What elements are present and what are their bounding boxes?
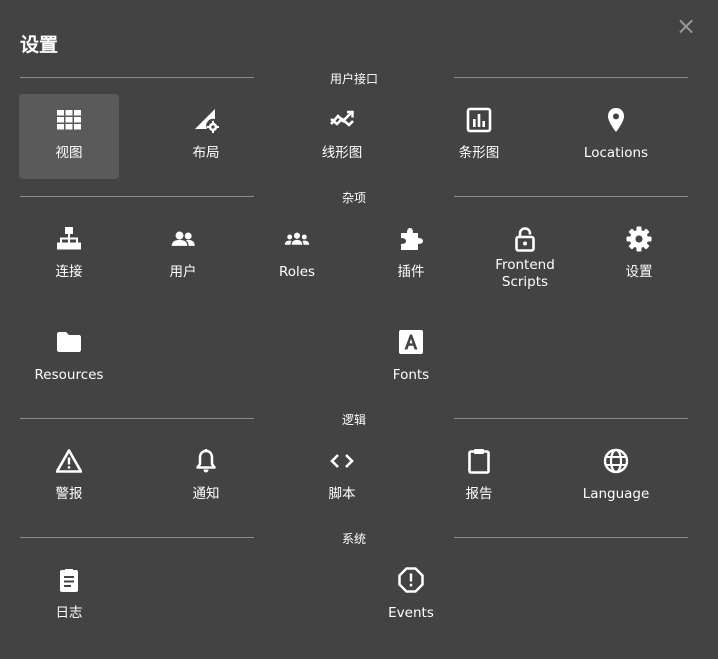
- unlock-icon: [510, 226, 540, 252]
- tile-label: Roles: [278, 264, 316, 280]
- tile-locations[interactable]: Locations: [566, 94, 666, 179]
- tile-label: 用户: [169, 264, 197, 280]
- map-pin-icon: [601, 107, 631, 133]
- tile-scripts[interactable]: 脚本: [292, 435, 392, 520]
- tile-label-line1: Frontend: [495, 257, 555, 273]
- bell-icon: [191, 448, 221, 474]
- tile-users[interactable]: 用户: [133, 213, 233, 298]
- tile-label: 布局: [192, 145, 220, 161]
- tile-reports[interactable]: 报告: [429, 435, 529, 520]
- clipboard-list-icon: [54, 567, 84, 593]
- users-icon: [168, 226, 198, 252]
- globe-icon: [601, 448, 631, 474]
- section-label-ui: 用户接口: [329, 72, 378, 86]
- dialog-title: 设置: [20, 34, 59, 56]
- sitemap-icon: [54, 226, 84, 252]
- tile-settings[interactable]: 设置: [589, 213, 689, 298]
- font-icon: [396, 329, 426, 355]
- tile-label: Language: [582, 486, 650, 502]
- tile-label: 线形图: [321, 145, 363, 161]
- tile-layout[interactable]: 布局: [156, 94, 256, 179]
- tile-frontend-scripts[interactable]: Frontend Scripts: [475, 213, 575, 298]
- bar-chart-icon: [464, 107, 494, 133]
- section-divider-misc: 杂项: [20, 189, 688, 205]
- tile-roles[interactable]: Roles: [247, 213, 347, 298]
- tile-resources[interactable]: Resources: [19, 316, 119, 401]
- tile-label: Fonts: [392, 367, 430, 383]
- tile-notifications[interactable]: 通知: [156, 435, 256, 520]
- tile-label: Frontend Scripts: [495, 257, 555, 291]
- tile-label: Resources: [34, 367, 104, 383]
- tile-logs[interactable]: 日志: [19, 554, 119, 639]
- tile-fonts[interactable]: Fonts: [361, 316, 461, 401]
- tile-events[interactable]: Events: [361, 554, 461, 639]
- exclamation-circle-icon: [396, 567, 426, 593]
- trend-icon: [327, 107, 357, 133]
- tile-label-line2: Scripts: [501, 274, 549, 290]
- tile-label: 日志: [55, 605, 83, 621]
- grid-icon: [54, 107, 84, 133]
- tile-plugins[interactable]: 插件: [361, 213, 461, 298]
- tile-alerts[interactable]: 警报: [19, 435, 119, 520]
- tile-label: Locations: [583, 145, 649, 161]
- tile-label: 通知: [192, 486, 220, 502]
- section-label-system: 系统: [341, 532, 366, 546]
- tile-label: 插件: [397, 264, 425, 280]
- tile-label: 视图: [55, 145, 83, 161]
- section-label-logic: 逻辑: [341, 413, 366, 427]
- tile-label: 警报: [55, 486, 83, 502]
- clipboard-icon: [464, 448, 494, 474]
- tile-label: 条形图: [458, 145, 500, 161]
- gear-icon: [624, 226, 654, 252]
- tile-label: 连接: [55, 264, 83, 280]
- puzzle-icon: [396, 226, 426, 252]
- tile-view[interactable]: 视图: [19, 94, 119, 179]
- section-divider-logic: 逻辑: [20, 411, 688, 427]
- tile-label: 报告: [465, 486, 493, 502]
- tile-connections[interactable]: 连接: [19, 213, 119, 298]
- tile-language[interactable]: Language: [566, 435, 666, 520]
- code-icon: [327, 448, 357, 474]
- warning-icon: [54, 448, 84, 474]
- section-divider-system: 系统: [20, 530, 688, 546]
- section-label-misc: 杂项: [341, 191, 366, 205]
- settings-dialog: 设置 × 用户接口 视图 布局 线形图 条形图 Locations 杂项 连接 …: [0, 0, 718, 659]
- tile-label: 脚本: [328, 486, 356, 502]
- tile-line-chart[interactable]: 线形图: [292, 94, 392, 179]
- layout-settings-icon: [191, 107, 221, 133]
- section-divider-ui: 用户接口: [20, 70, 688, 86]
- folder-icon: [54, 329, 84, 355]
- tile-label: 设置: [625, 264, 653, 280]
- close-icon[interactable]: ×: [676, 14, 696, 38]
- tile-label: Events: [388, 605, 434, 621]
- group-icon: [282, 226, 312, 252]
- tile-bar-chart[interactable]: 条形图: [429, 94, 529, 179]
